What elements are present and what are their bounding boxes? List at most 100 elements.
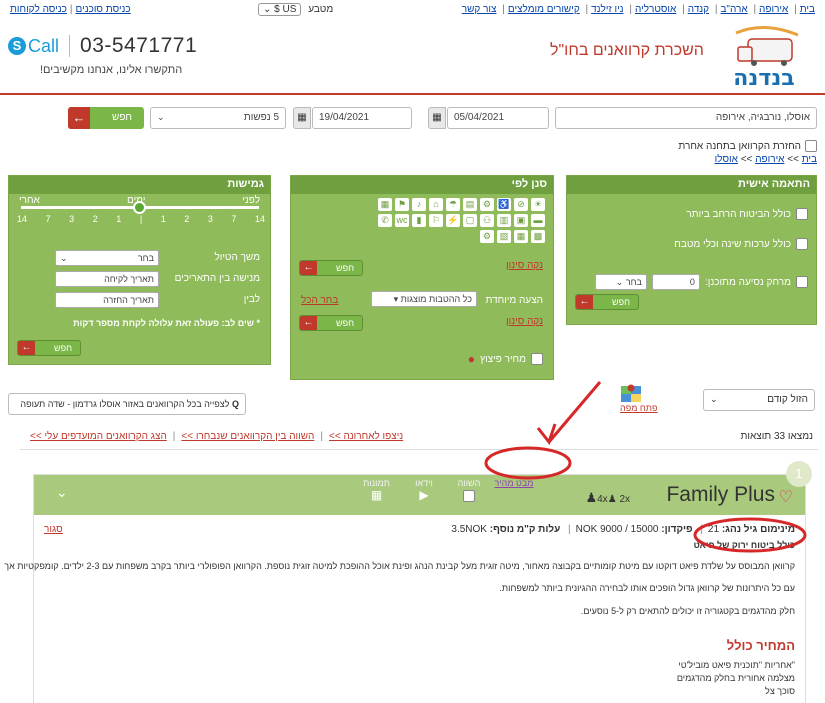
tab-compare[interactable]: השווה xyxy=(454,478,484,504)
card-header[interactable]: ♡ Family Plus 4x♟ 2x♟ מבט מהיר השווה ויד… xyxy=(34,475,805,515)
price-cut-checkbox[interactable] xyxy=(531,353,543,365)
search-button[interactable]: ← חפש xyxy=(68,107,144,129)
amenity-icon[interactable]: ⚐ xyxy=(429,214,443,227)
flex-slider-handle[interactable] xyxy=(133,201,146,214)
clear-filter-link[interactable]: נקה סינון xyxy=(506,260,543,271)
special-offer-search-button[interactable]: ← חפש xyxy=(299,315,363,331)
pickup-date-field[interactable]: 05/04/2021 xyxy=(447,107,549,129)
amenity-icon[interactable]: ✆ xyxy=(378,214,392,227)
destination-field[interactable]: אוסלו, נורבגיה, אירופה xyxy=(555,107,817,129)
card-includes: כולל ביטוח ירוק של פיאט xyxy=(693,540,795,550)
insurance-checkbox[interactable] xyxy=(796,208,808,220)
amenity-icon[interactable]: ▦ xyxy=(514,230,528,243)
price-cut-option[interactable]: מחיר פיצוץ ● xyxy=(468,352,543,366)
nav-usa[interactable]: ארה"ב xyxy=(720,4,747,15)
return-range-input[interactable]: תאריך החזרה xyxy=(55,292,159,308)
amenity-icon[interactable]: ▬ xyxy=(531,214,545,227)
nav-contact[interactable]: צור קשר xyxy=(462,4,497,15)
option-insurance[interactable]: כולל הביטוח הרחב ביותר xyxy=(686,208,808,220)
currency-select[interactable]: US $ ⌄ xyxy=(258,3,302,16)
favorite-heart-icon[interactable]: ♡ xyxy=(779,487,793,507)
collapse-chevron-icon[interactable]: ⌄ xyxy=(56,484,68,501)
amenity-icon[interactable]: ▧ xyxy=(497,230,511,243)
sort-select[interactable]: הזול קודם ⌄ xyxy=(703,389,815,411)
site-logo[interactable]: בנדנה xyxy=(718,25,810,89)
kits-checkbox[interactable] xyxy=(796,238,808,250)
amenity-icon[interactable]: ⚇ xyxy=(480,214,494,227)
amenity-icon[interactable]: ⚙ xyxy=(480,230,494,243)
clear-filter-link-2[interactable]: נקה סינון xyxy=(506,316,543,327)
pickup-range-label: מנישה בין התאריכים xyxy=(174,273,260,284)
open-map-link[interactable]: פתח מפה xyxy=(620,403,658,413)
distance-input[interactable]: 0 xyxy=(651,274,700,290)
amenity-icon[interactable]: ⊘ xyxy=(514,198,528,211)
breadcrumb: בית >> אירופה >> אוסלו xyxy=(714,154,817,165)
customers-login-link[interactable]: כניסה לקוחות xyxy=(10,4,67,15)
login-links: כניסת סוכנים|כניסה לקוחות xyxy=(10,4,131,15)
pickup-range-input[interactable]: תאריך לקיחה xyxy=(55,271,159,287)
nav-australia[interactable]: אוסטרליה xyxy=(635,4,676,15)
show-favorites-link[interactable]: הצג הקרוואנים המועדפים עלי >> xyxy=(30,431,167,442)
tab-video[interactable]: וידאו ▶ xyxy=(404,478,444,502)
return-other-station-option[interactable]: החזרת הקרוואן בתחנה אחרת xyxy=(678,140,817,152)
amenity-icon[interactable]: ⚡ xyxy=(446,214,460,227)
return-date-field[interactable]: 19/04/2021 xyxy=(312,107,412,129)
skype-icon[interactable]: S xyxy=(8,37,26,55)
amenity-icon[interactable]: ⌂ xyxy=(429,198,443,211)
breadcrumb-oslo[interactable]: אוסלו xyxy=(715,154,738,165)
arrow-left-icon: ← xyxy=(68,107,90,129)
nav-links[interactable]: קישורים מומלצים xyxy=(508,4,580,15)
personalization-panel: התאמה אישית כולל הביטוח הרחב ביותר כולל … xyxy=(566,175,817,325)
divider xyxy=(20,449,818,450)
result-card: ♡ Family Plus 4x♟ 2x♟ מבט מהיר השווה ויד… xyxy=(4,474,806,703)
compare-selected-link[interactable]: השווה בין הקרוואנים שנבחרו >> xyxy=(181,431,314,442)
photo-grid-icon: ▦ xyxy=(370,488,383,502)
tab-photos[interactable]: תמונות ▦ xyxy=(354,478,399,502)
flex-search-button[interactable]: ← חפש xyxy=(17,340,81,356)
personalization-search-button[interactable]: ← חפש xyxy=(575,294,639,310)
amenity-icon[interactable]: ▥ xyxy=(497,214,511,227)
amenity-icon[interactable]: ☀ xyxy=(531,198,545,211)
breadcrumb-home[interactable]: בית xyxy=(802,154,817,165)
close-card-link[interactable]: סגור xyxy=(44,524,63,535)
amenity-icon[interactable]: wc xyxy=(395,214,409,227)
flexibility-panel: גמישות לפני ימים אחרי 147321|123714 משך … xyxy=(8,175,271,365)
breadcrumb-europe[interactable]: אירופה xyxy=(755,154,784,165)
map-search-box[interactable]: Q לצפייה בכל הקרוואנים באזור אוסלו גרדמו… xyxy=(8,393,246,415)
option-kits[interactable]: כולל ערכות שינה וכלי מטבח xyxy=(674,238,808,250)
amenity-icon[interactable]: ▢ xyxy=(463,214,477,227)
compare-checkbox[interactable] xyxy=(463,490,475,502)
filter-search-button[interactable]: ← חפש xyxy=(299,260,363,276)
special-offer-select[interactable]: כל ההטבות מוצגות ▾ xyxy=(371,291,477,307)
passengers-select[interactable]: 5 נפשות ⌄ xyxy=(150,107,286,129)
card-description-2: עם כל היתרונות של קרוואן גדול הופכים אות… xyxy=(499,583,795,593)
return-other-checkbox[interactable] xyxy=(805,140,817,152)
card-title[interactable]: Family Plus xyxy=(666,483,775,507)
amenity-icon[interactable]: ▩ xyxy=(531,230,545,243)
nav-new-zealand[interactable]: ניו זילנד xyxy=(591,4,623,15)
amenity-icon[interactable]: ⚑ xyxy=(395,198,409,211)
recently-viewed-link[interactable]: ניצפו לאחרונה >> xyxy=(329,431,403,442)
video-play-icon: ▶ xyxy=(419,488,429,502)
amenity-icon[interactable]: ⚙ xyxy=(480,198,494,211)
select-all-link[interactable]: בחר הכל xyxy=(301,295,338,306)
tab-quick-view[interactable]: מבט מהיר xyxy=(484,478,544,488)
amenity-icon[interactable]: ▤ xyxy=(463,198,477,211)
nav-canada[interactable]: קנדה xyxy=(688,4,709,15)
map-icon[interactable] xyxy=(621,384,641,402)
amenity-icon[interactable]: ♪ xyxy=(412,198,426,211)
amenity-icon[interactable]: ▣ xyxy=(514,214,528,227)
amenity-icon[interactable]: ▦ xyxy=(378,198,392,211)
amenity-icon[interactable]: ▮ xyxy=(412,214,426,227)
calendar-icon[interactable]: ▦ xyxy=(428,107,446,129)
call-link[interactable]: Call xyxy=(28,36,59,56)
nav-home[interactable]: בית xyxy=(800,4,815,15)
calendar-icon[interactable]: ▦ xyxy=(293,107,311,129)
agents-login-link[interactable]: כניסת סוכנים xyxy=(76,4,131,15)
duration-select[interactable]: בחר ⌄ xyxy=(55,250,159,266)
amenity-icon[interactable]: ☂ xyxy=(446,198,460,211)
distance-unit-select[interactable]: בחר ⌄ xyxy=(594,274,647,290)
nav-europe[interactable]: אירופה xyxy=(759,4,788,15)
amenity-icon[interactable]: ♿ xyxy=(497,198,511,211)
distance-checkbox[interactable] xyxy=(796,276,808,288)
